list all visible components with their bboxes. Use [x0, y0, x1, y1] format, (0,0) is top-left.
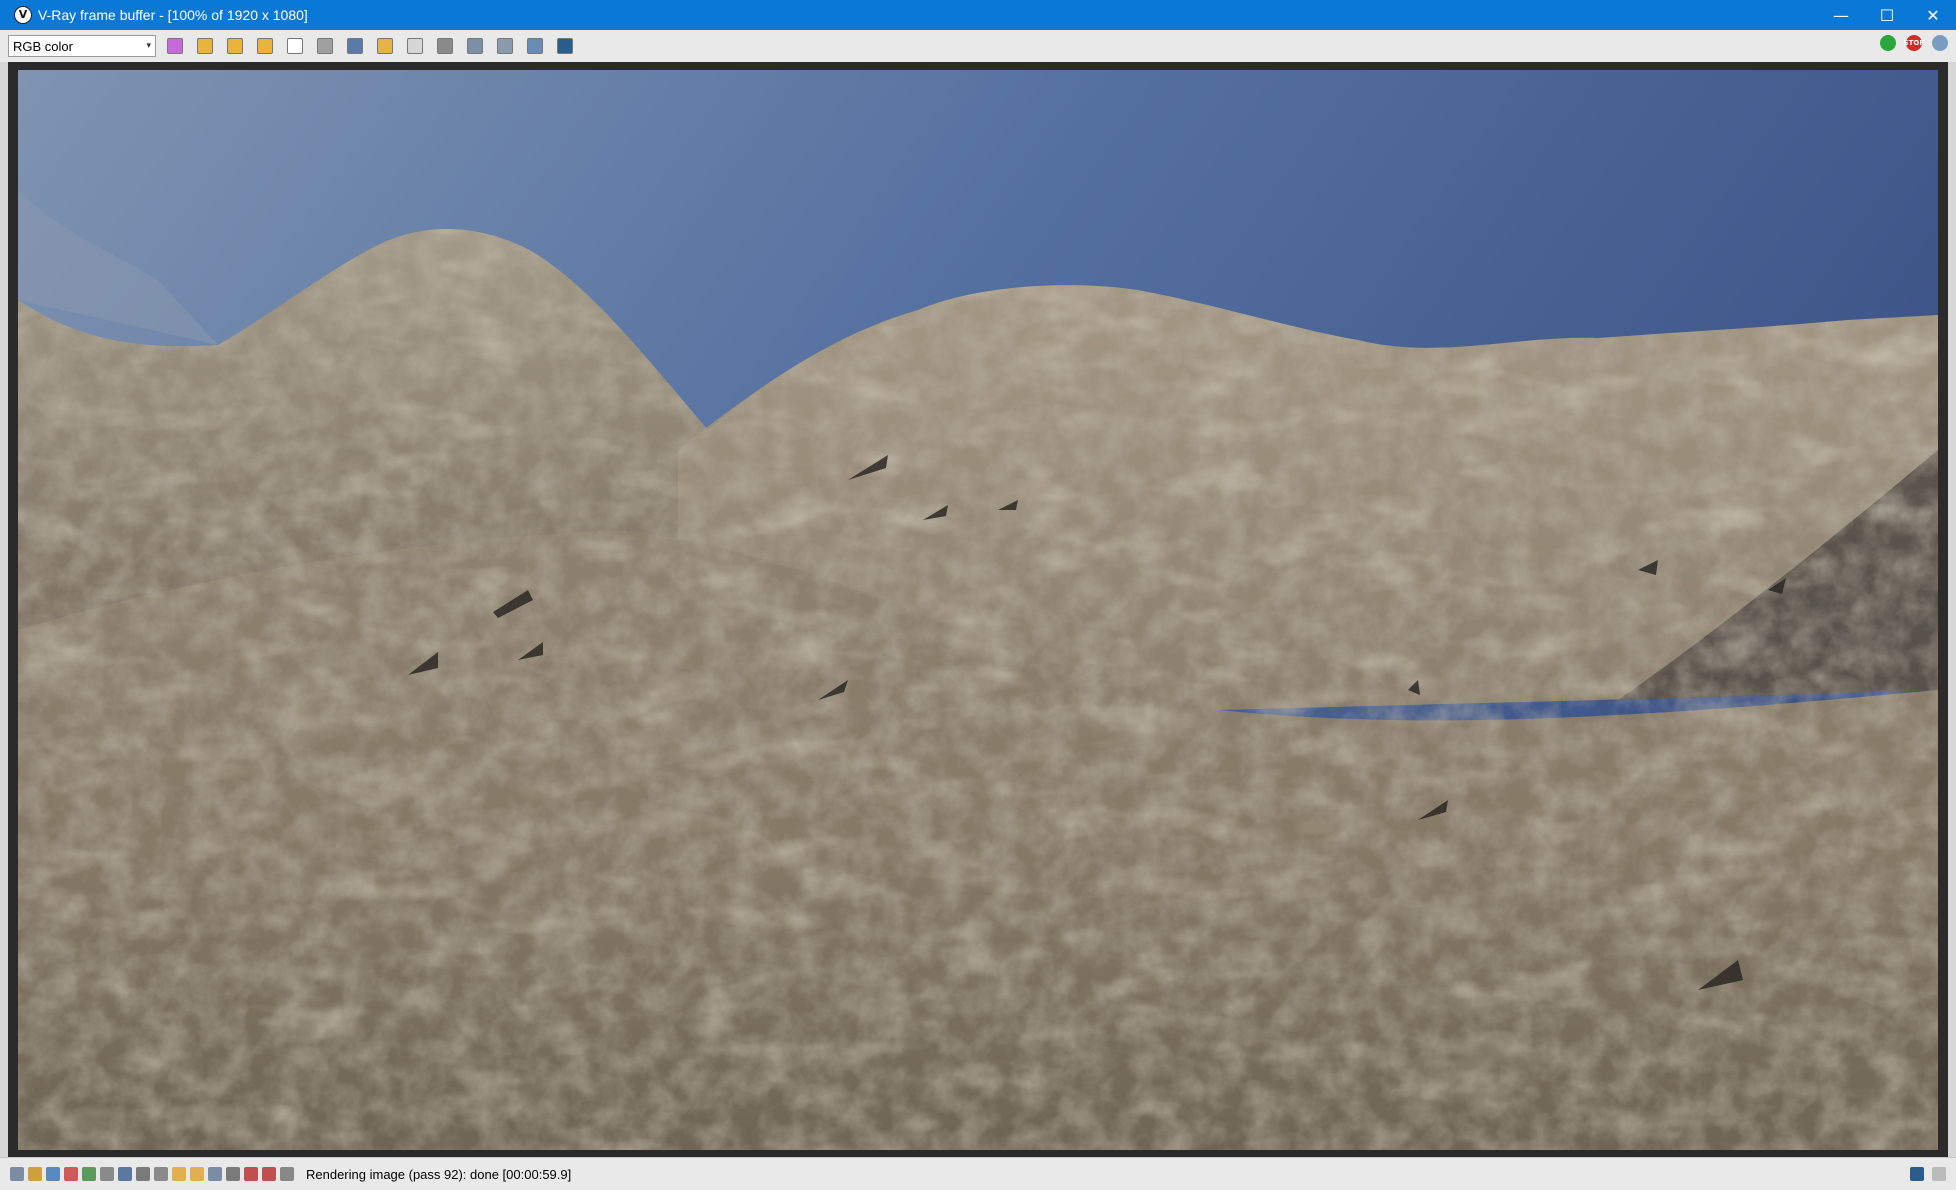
render-start-icon[interactable] [1880, 35, 1896, 51]
duplicate-vfb-button[interactable] [434, 35, 456, 57]
status-bar-icons [10, 1167, 294, 1181]
compare-icon[interactable] [208, 1167, 222, 1181]
region-render-icon [497, 38, 513, 54]
link-button[interactable] [524, 35, 546, 57]
window-icon[interactable] [10, 1167, 24, 1181]
channel-select-value: RGB color [13, 38, 73, 54]
mask-icon[interactable] [82, 1167, 96, 1181]
history-icon[interactable] [1910, 1167, 1924, 1181]
gear-icon[interactable] [154, 1167, 168, 1181]
close-icon: ✕ [1926, 5, 1940, 25]
minimize-icon: — [1833, 5, 1849, 25]
left-edge [0, 62, 8, 1157]
stop-render-icon[interactable]: STOP [1904, 35, 1924, 51]
rendered-terrain-image [18, 70, 1938, 1150]
pencil-icon[interactable] [136, 1167, 150, 1181]
link-icon [527, 38, 543, 54]
load-image-icon [377, 38, 393, 54]
title-bar: V V-Ray frame buffer - [100% of 1920 x 1… [0, 0, 1956, 30]
load-image-button[interactable] [374, 35, 396, 57]
color-bars-icon[interactable] [64, 1167, 78, 1181]
close-button[interactable]: ✕ [1910, 0, 1956, 30]
window-title: V-Ray frame buffer - [100% of 1920 x 108… [38, 7, 308, 23]
maximize-icon: ☐ [1879, 5, 1895, 25]
clear-image-icon [407, 38, 423, 54]
monochrome-button[interactable] [314, 35, 336, 57]
expand-icon[interactable] [1932, 1167, 1946, 1181]
blue-channel-icon [257, 38, 273, 54]
track-mouse-button[interactable] [464, 35, 486, 57]
red-channel-button[interactable] [194, 35, 216, 57]
info-icon[interactable] [46, 1167, 60, 1181]
green-channel-icon [227, 38, 243, 54]
toolbar: RGB color ▾ STOP [0, 30, 1956, 63]
green-channel-button[interactable] [224, 35, 246, 57]
render-status-text: Rendering image (pass 92): done [00:00:5… [306, 1166, 572, 1182]
lut-icon[interactable] [100, 1167, 114, 1181]
lens-effects-button[interactable] [554, 35, 576, 57]
blue-channel-button[interactable] [254, 35, 276, 57]
layers-icon[interactable] [28, 1167, 42, 1181]
channel-select[interactable]: RGB color ▾ [8, 35, 156, 57]
toolbar-right-buttons: STOP [1880, 35, 1948, 51]
status-bar-right [1910, 1167, 1946, 1181]
save-image-button[interactable] [344, 35, 366, 57]
lens-effects-icon [557, 38, 573, 54]
folder-icon[interactable] [172, 1167, 186, 1181]
save-image-icon [347, 38, 363, 54]
open-folder-icon[interactable] [190, 1167, 204, 1181]
red-channel-icon [197, 38, 213, 54]
duplicate-vfb-icon [437, 38, 453, 54]
region-render-button[interactable] [494, 35, 516, 57]
rendered-image [18, 70, 1938, 1150]
window-controls: — ☐ ✕ [1818, 0, 1956, 30]
clear-image-button[interactable] [404, 35, 426, 57]
color-correction-button[interactable] [164, 35, 186, 57]
minimize-button[interactable]: — [1818, 0, 1864, 30]
render-settings-icon[interactable] [1932, 35, 1948, 51]
channels-icon[interactable] [262, 1167, 276, 1181]
track-mouse-icon [467, 38, 483, 54]
maximize-button[interactable]: ☐ [1864, 0, 1910, 30]
right-edge [1948, 62, 1956, 1157]
status-bar: Rendering image (pass 92): done [00:00:5… [0, 1157, 1956, 1190]
alpha-white-button[interactable] [284, 35, 306, 57]
histogram-icon[interactable] [118, 1167, 132, 1181]
monochrome-icon [317, 38, 333, 54]
h-icon[interactable] [226, 1167, 240, 1181]
toolbar-buttons [156, 35, 576, 57]
image-viewport[interactable] [8, 62, 1948, 1157]
alpha-white-icon [287, 38, 303, 54]
chevron-down-icon: ▾ [146, 41, 151, 51]
box-icon[interactable] [280, 1167, 294, 1181]
split-icon[interactable] [244, 1167, 258, 1181]
color-correction-icon [167, 38, 183, 54]
vray-app-icon: V [14, 6, 32, 24]
